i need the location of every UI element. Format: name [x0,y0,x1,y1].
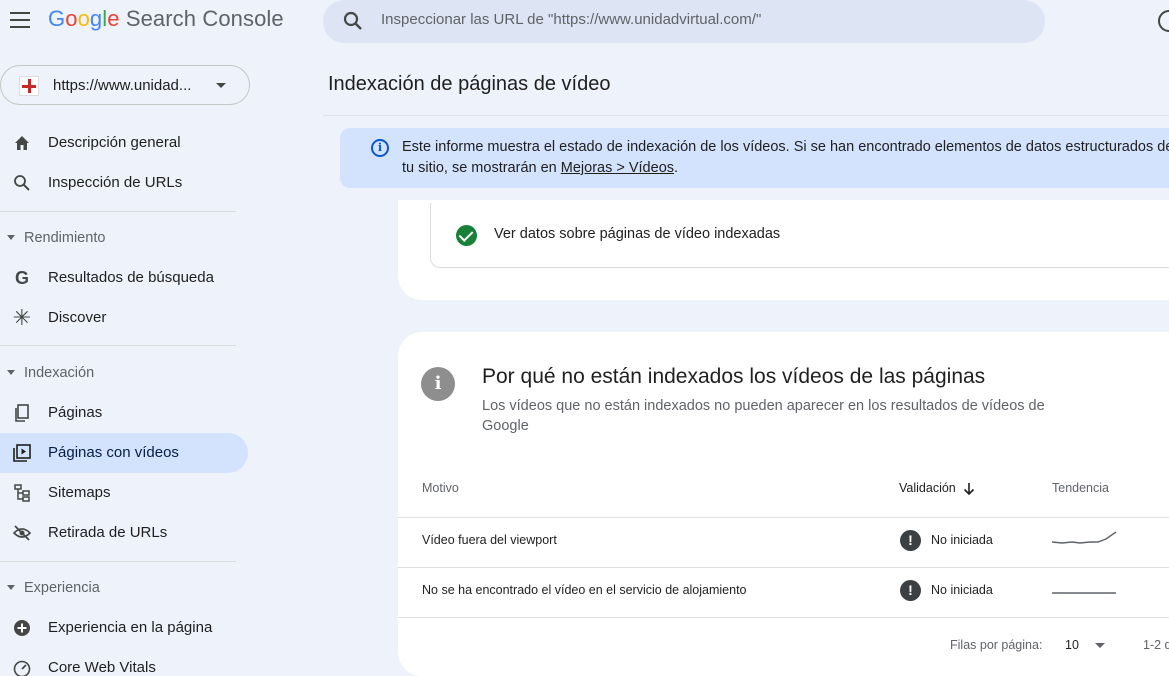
info-text-line2: tu sitio, se mostrarán en [402,160,561,176]
column-header-validacion[interactable]: Validación [899,481,956,495]
section-header-experiencia[interactable]: Experiencia [0,576,236,600]
sidebar-item-core-web-vitals[interactable]: Core Web Vitals [0,648,248,676]
not-indexed-title: Por qué no están indexados los vídeos de… [482,365,986,388]
home-icon [15,136,29,150]
collapse-triangle-icon [7,585,15,590]
property-selector[interactable]: https://www.unidad... [0,65,250,105]
sidebar-item-label: Inspección de URLs [48,174,183,191]
section-title: Indexación [24,365,95,381]
search-icon [343,11,362,30]
search-icon [14,175,30,191]
url-inspection-search-bar[interactable]: Inspeccionar las URL de "https://www.uni… [323,0,1045,43]
site-favicon [19,76,39,96]
table-row-motivo[interactable]: No se ha encontrado el vídeo en el servi… [422,583,747,597]
main-menu-icon[interactable] [10,12,30,28]
sidebar-item-label: Experiencia en la página [48,619,213,636]
search-input[interactable]: Inspeccionar las URL de "https://www.uni… [381,11,761,28]
table-divider [398,517,1169,518]
trend-sparkline [1052,592,1116,594]
info-banner-text: Este informe muestra el estado de indexa… [402,137,1169,179]
info-text-period: . [674,160,679,176]
sitemap-icon [14,484,30,502]
collapse-triangle-icon [7,370,15,375]
product-name: Search Console [125,6,284,31]
sidebar-item-label: Páginas [48,404,103,421]
page-title: Indexación de páginas de vídeo [328,73,611,95]
sidebar-item-label: Páginas con vídeos [48,444,179,461]
sidebar-item-label: Discover [48,309,107,326]
pagination-range: 1-2 d [1143,638,1169,652]
rows-per-page-select[interactable]: 10 [1065,638,1079,652]
sidebar-item-discover[interactable]: ✳ Discover [0,298,248,338]
sidebar-item-sitemaps[interactable]: Sitemaps [0,473,248,513]
not-indexed-subtitle: Los vídeos que no están indexados no pue… [482,398,1045,434]
sidebar-item-label: Descripción general [48,134,181,151]
view-indexed-link[interactable]: Ver datos sobre páginas de vídeo indexad… [494,226,780,242]
table-row-motivo[interactable]: Vídeo fuera del viewport [422,533,557,547]
search-console-logo[interactable]: Google Search Console [48,6,284,32]
google-g-icon: G [14,268,29,288]
table-row-validacion: No iniciada [931,533,993,547]
help-icon[interactable] [1158,10,1169,32]
sidebar-item-pages[interactable]: Páginas [0,393,248,433]
sort-down-arrow-icon[interactable] [963,482,975,496]
section-header-rendimiento[interactable]: Rendimiento [0,226,236,250]
plus-circle-icon [14,620,30,636]
sidebar-item-url-removal[interactable]: Retirada de URLs [0,513,248,553]
sidebar-item-label: Sitemaps [48,484,111,501]
table-row-validacion: No iniciada [931,583,993,597]
sidebar-item-label: Retirada de URLs [48,524,168,541]
sidebar-divider [0,561,236,562]
sidebar-divider [0,211,236,212]
column-header-motivo[interactable]: Motivo [422,481,459,495]
chevron-down-icon [216,83,226,88]
exclamation-circle-icon: ! [900,580,921,601]
sidebar-item-url-inspection[interactable]: Inspección de URLs [0,163,248,203]
mejoras-videos-link[interactable]: Mejoras > Vídeos [561,160,674,176]
sidebar-item-page-experience[interactable]: Experiencia en la página [0,608,248,648]
column-header-tendencia[interactable]: Tendencia [1052,481,1109,495]
google-wordmark: Google [48,6,120,31]
section-title: Experiencia [24,580,100,596]
sidebar-item-label: Resultados de búsqueda [48,269,214,286]
info-banner: i Este informe muestra el estado de inde… [340,128,1169,188]
video-pages-icon [13,444,31,462]
pages-icon [15,404,29,422]
info-circle-icon: i [421,367,455,401]
sidebar-item-video-pages[interactable]: Páginas con vídeos [0,433,248,473]
info-text-line1: Este informe muestra el estado de indexa… [402,139,1169,155]
exclamation-circle-icon: ! [900,530,921,551]
asterisk-icon: ✳ [12,305,32,330]
title-divider [323,115,1169,116]
eye-off-icon [12,525,32,541]
section-header-indexacion[interactable]: Indexación [0,361,236,385]
sidebar-item-label: Core Web Vitals [48,659,156,676]
trend-sparkline [1051,531,1117,544]
table-divider [398,567,1169,568]
rows-per-page-label: Filas por página: [950,638,1043,652]
sidebar-item-overview[interactable]: Descripción general [0,123,248,163]
section-title: Rendimiento [24,230,106,246]
sidebar-item-search-results[interactable]: G Resultados de búsqueda [0,258,248,298]
gauge-icon [13,660,31,676]
collapse-triangle-icon [7,235,15,240]
check-circle-icon [456,225,477,246]
chevron-down-icon[interactable] [1095,643,1105,648]
info-icon: i [371,139,389,157]
table-divider [398,617,1169,618]
property-url: https://www.unidad... [53,77,192,94]
sidebar-divider [0,345,236,346]
